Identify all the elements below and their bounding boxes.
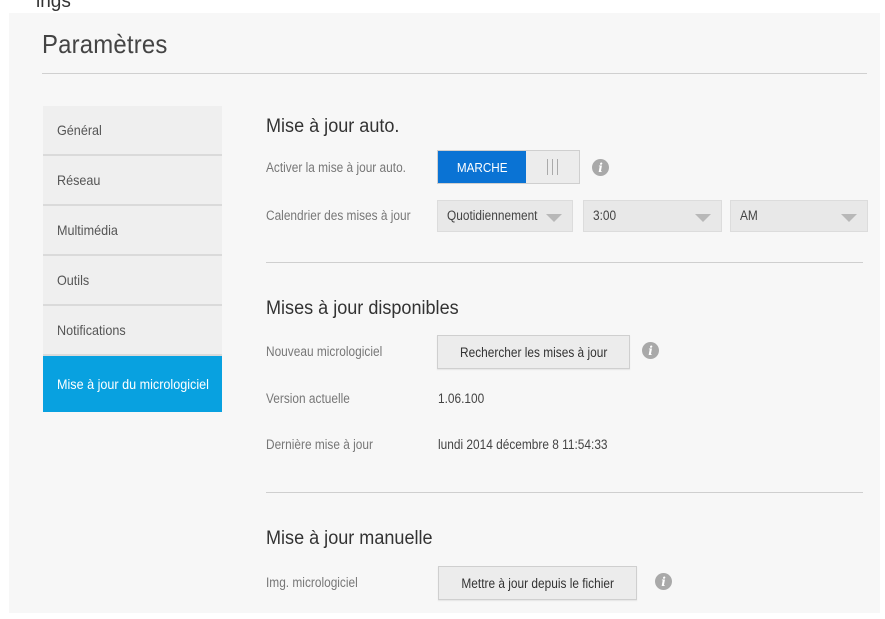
sidebar-item-tools[interactable]: Outils: [43, 256, 222, 306]
sidebar-item-label: Mise à jour du micrologiciel: [57, 376, 209, 392]
sidebar-item-firmware-update[interactable]: Mise à jour du micrologiciel: [43, 356, 222, 412]
check-updates-button[interactable]: Rechercher les mises à jour: [437, 335, 630, 369]
info-icon[interactable]: i: [655, 573, 672, 590]
ampm-select[interactable]: AM: [730, 200, 868, 232]
toggle-grip: [526, 151, 579, 183]
chevron-down-icon: [695, 214, 711, 222]
time-select[interactable]: 3:00: [583, 200, 722, 232]
enable-auto-update-label: Activer la mise à jour auto.: [266, 160, 406, 175]
sidebar-item-network[interactable]: Réseau: [43, 156, 222, 206]
auto-update-toggle[interactable]: MARCHE: [437, 150, 580, 184]
frequency-select[interactable]: Quotidiennement: [437, 200, 573, 232]
toggle-on-label: MARCHE: [456, 159, 508, 175]
title-divider: [42, 73, 867, 74]
frequency-value: Quotidiennement: [447, 208, 538, 223]
sidebar-item-label: Réseau: [57, 172, 101, 188]
section-divider: [266, 262, 863, 263]
page-title: Paramètres: [42, 29, 168, 59]
chevron-down-icon: [546, 214, 562, 222]
update-from-file-button[interactable]: Mettre à jour depuis le fichier: [438, 566, 637, 600]
current-version-value: 1.06.100: [438, 391, 485, 406]
new-firmware-label: Nouveau micrologiciel: [266, 344, 383, 359]
check-updates-button-label: Rechercher les mises à jour: [459, 344, 608, 360]
section-title-available-updates: Mises à jour disponibles: [266, 298, 459, 319]
ampm-value: AM: [740, 208, 758, 223]
top-edge-strip: ings: [0, 0, 885, 13]
last-update-label: Dernière mise à jour: [266, 437, 373, 452]
section-title-manual-update: Mise à jour manuelle: [266, 528, 433, 549]
update-schedule-label: Calendrier des mises à jour: [266, 208, 411, 223]
info-icon[interactable]: i: [642, 342, 659, 359]
current-version-label: Version actuelle: [266, 391, 350, 406]
cropped-header-text: ings: [36, 0, 71, 12]
time-value: 3:00: [593, 208, 617, 223]
sidebar-item-label: Général: [57, 122, 102, 138]
section-title-auto-update: Mise à jour auto.: [266, 116, 400, 137]
toggle-on-segment: MARCHE: [438, 151, 526, 183]
sidebar-item-notifications[interactable]: Notifications: [43, 306, 222, 356]
chevron-down-icon: [841, 214, 857, 222]
last-update-value: lundi 2014 décembre 8 11:54:33: [438, 437, 608, 452]
update-from-file-button-label: Mettre à jour depuis le fichier: [461, 575, 614, 591]
section-divider: [266, 492, 863, 493]
info-icon[interactable]: i: [592, 159, 609, 176]
sidebar-item-label: Multimédia: [57, 222, 118, 238]
sidebar-item-media[interactable]: Multimédia: [43, 206, 222, 256]
sidebar-item-general[interactable]: Général: [43, 106, 222, 156]
sidebar-item-label: Notifications: [57, 322, 126, 338]
sidebar-item-label: Outils: [57, 272, 90, 288]
sidebar: Général Réseau Multimédia Outils Notific…: [43, 106, 222, 412]
firmware-image-label: Img. micrologiciel: [266, 575, 358, 590]
